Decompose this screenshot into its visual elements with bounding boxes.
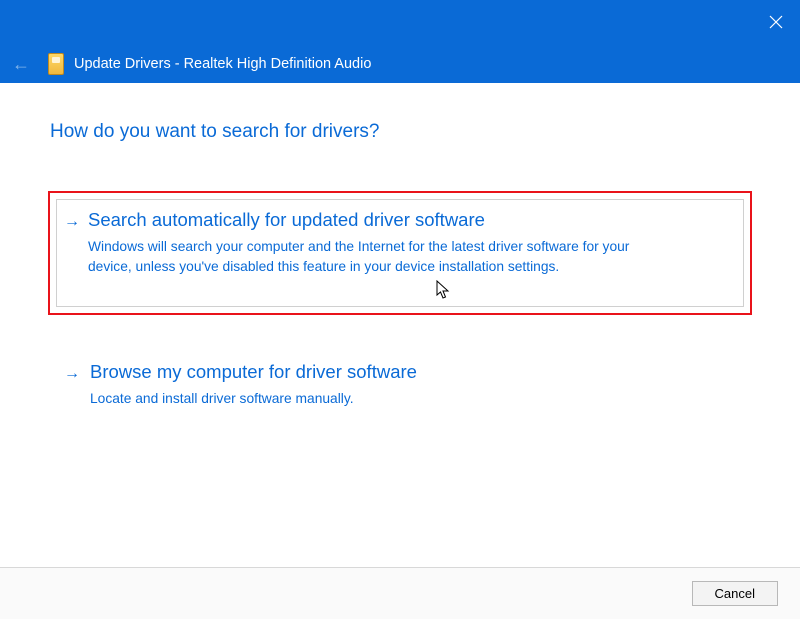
option-description: Windows will search your computer and th… [88,237,648,277]
device-icon [48,53,64,75]
cancel-button[interactable]: Cancel [692,581,778,606]
option-search-automatically[interactable]: → Search automatically for updated drive… [48,191,752,315]
option-title: Browse my computer for driver software [90,361,730,383]
titlebar [0,0,800,45]
close-button[interactable] [764,10,788,34]
close-icon [769,15,783,29]
footer: Cancel [0,567,800,619]
window-title: Update Drivers - Realtek High Definition… [74,56,371,72]
option-description: Locate and install driver software manua… [90,389,650,409]
header-row: ← Update Drivers - Realtek High Definiti… [0,45,800,83]
content-area: How do you want to search for drivers? →… [0,83,800,431]
option-browse-computer[interactable]: → Browse my computer for driver software… [50,343,750,431]
option-title: Search automatically for updated driver … [88,209,732,231]
arrow-right-icon: → [64,365,80,383]
page-heading: How do you want to search for drivers? [50,121,750,143]
back-arrow-icon[interactable]: ← [12,55,30,73]
arrow-right-icon: → [64,213,80,231]
